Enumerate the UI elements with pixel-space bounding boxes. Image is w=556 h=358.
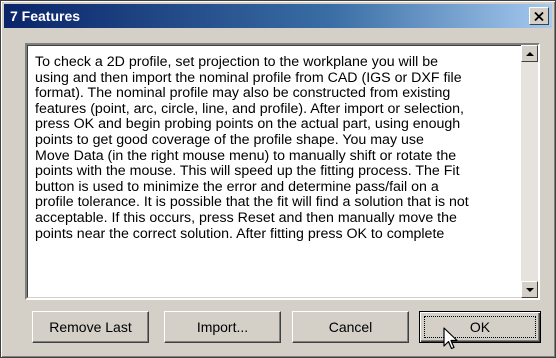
instructions-textbox[interactable]: To check a 2D profile, set projection to… bbox=[25, 43, 540, 300]
vertical-scrollbar[interactable] bbox=[521, 45, 538, 298]
remove-last-button[interactable]: Remove Last bbox=[32, 311, 149, 343]
title-bar[interactable]: 7 Features bbox=[4, 4, 552, 28]
instructions-text: To check a 2D profile, set projection to… bbox=[35, 54, 469, 242]
mouse-cursor-icon bbox=[443, 327, 458, 350]
arrow-up-icon bbox=[525, 51, 534, 56]
arrow-down-icon bbox=[525, 287, 534, 292]
scroll-down-button[interactable] bbox=[521, 281, 538, 298]
dialog-title: 7 Features bbox=[10, 8, 81, 24]
import-button[interactable]: Import... bbox=[164, 311, 281, 343]
features-dialog: 7 Features To check a 2D profile, set pr… bbox=[0, 0, 556, 358]
close-icon bbox=[534, 11, 544, 21]
scroll-up-button[interactable] bbox=[521, 45, 538, 62]
cancel-button[interactable]: Cancel bbox=[292, 311, 409, 343]
ok-button[interactable]: OK bbox=[419, 311, 541, 343]
close-button[interactable] bbox=[529, 7, 549, 25]
focus-rectangle bbox=[424, 316, 536, 338]
